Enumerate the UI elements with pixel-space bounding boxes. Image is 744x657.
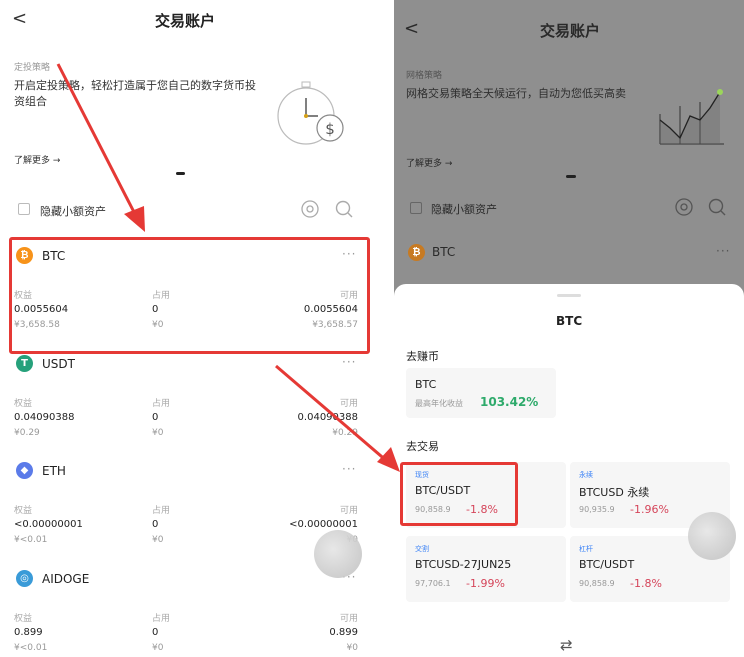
equity-value: 0.899 (14, 627, 43, 638)
trading-account-screen-left: < 交易账户 定投策略 开启定投策略，轻松打造属于您自己的数字货币投资组合 了解… (0, 0, 370, 657)
coin-icon: ◆ (16, 462, 33, 479)
market-type-tag: 杠杆 (579, 545, 593, 553)
learn-more-link[interactable]: 了解更多 → (406, 156, 452, 169)
banner-page-indicator (566, 175, 576, 178)
grid-strategy-chart-icon (659, 89, 724, 145)
banner-text: 网格交易策略全天候运行，自动为您低买高卖 (406, 87, 626, 100)
coin-icon: T (16, 355, 33, 372)
coin-name: USDT (42, 357, 75, 371)
market-type-tag: 交割 (415, 545, 429, 553)
hide-small-assets-checkbox[interactable] (18, 203, 30, 215)
equity-value: <0.00000001 (14, 519, 83, 530)
btc-coin-icon: ₿ (408, 244, 425, 261)
banner-page-indicator (176, 172, 185, 175)
earn-rate-label: 最高年化收益 (415, 399, 463, 408)
banner-tag: 网格策略 (406, 71, 443, 81)
available-label: 可用 (339, 614, 358, 624)
used-cny: ¥0 (152, 643, 164, 653)
more-options-icon[interactable]: ··· (342, 462, 356, 476)
equity-label: 权益 (14, 614, 33, 624)
hide-small-assets-label: 隐藏小额资产 (40, 205, 106, 218)
hide-small-assets-checkbox[interactable] (410, 202, 422, 214)
search-icon[interactable] (334, 199, 354, 219)
floating-assistant-ball[interactable] (314, 530, 362, 578)
earn-coin: BTC (415, 378, 437, 391)
used-label: 占用 (152, 399, 171, 409)
pair-price: 97,706.1 (415, 579, 451, 588)
convert-icon[interactable] (674, 197, 694, 217)
used-value: 0 (152, 627, 159, 638)
used-label: 占用 (152, 614, 171, 624)
more-options-icon[interactable]: ··· (342, 355, 356, 369)
equity-label: 权益 (14, 506, 33, 516)
trade-section-title: 去交易 (406, 440, 439, 453)
banner-tag: 定投策略 (14, 63, 51, 73)
equity-cny: ¥<0.01 (14, 643, 48, 653)
pair-name: BTCUSD-27JUN25 (415, 558, 512, 571)
trade-card[interactable]: 交割 BTCUSD-27JUN25 97,706.1 -1.99% (406, 536, 566, 602)
used-value: 0 (152, 412, 159, 423)
btc-highlight-box (9, 237, 370, 354)
available-label: 可用 (339, 506, 358, 516)
available-cny: ¥0 (346, 643, 358, 653)
pair-name: BTCUSD 永续 (579, 486, 650, 499)
equity-label: 权益 (14, 399, 33, 409)
coin-name: ETH (42, 464, 66, 478)
available-value: 0.899 (329, 627, 358, 638)
svg-text:$: $ (325, 120, 335, 138)
pair-change: -1.99% (466, 577, 505, 590)
available-label: 可用 (339, 399, 358, 409)
earn-card[interactable]: BTC 最高年化收益 103.42% (406, 368, 556, 418)
back-icon[interactable]: < (12, 8, 27, 29)
equity-cny: ¥0.29 (14, 428, 40, 438)
page-title: 交易账户 (155, 12, 216, 30)
pair-change: -1.8% (630, 577, 662, 590)
floating-assistant-ball[interactable] (688, 512, 736, 560)
earn-rate: 103.42% (480, 395, 539, 409)
pair-price: 90,935.9 (579, 505, 615, 514)
available-value: 0.04090388 (297, 412, 358, 423)
hide-small-assets-label: 隐藏小额资产 (431, 203, 497, 216)
used-value: 0 (152, 519, 159, 530)
available-cny: ¥0.29 (332, 428, 358, 438)
back-icon[interactable]: < (404, 18, 419, 39)
pair-name: BTC/USDT (579, 558, 635, 571)
available-value: <0.00000001 (289, 519, 358, 530)
used-label: 占用 (152, 506, 171, 516)
banner-text: 开启定投策略，轻松打造属于您自己的数字货币投资组合 (14, 79, 256, 108)
swap-icon[interactable]: ⇄ (560, 636, 573, 654)
trading-account-screen-right: < 交易账户 网格策略 网格交易策略全天候运行，自动为您低买高卖 了解更多 → … (394, 0, 744, 657)
coin-name: AIDOGE (42, 572, 90, 586)
used-cny: ¥0 (152, 535, 164, 545)
btc-usdt-spot-highlight-box (400, 462, 518, 526)
market-type-tag: 永续 (579, 471, 593, 479)
sheet-drag-handle[interactable] (557, 294, 581, 297)
convert-icon[interactable] (300, 199, 320, 219)
coin-name[interactable]: BTC (432, 245, 455, 259)
coin-icon: ◎ (16, 570, 33, 587)
equity-value: 0.04090388 (14, 412, 75, 423)
sheet-title: BTC (556, 314, 583, 328)
equity-cny: ¥<0.01 (14, 535, 48, 545)
pair-price: 90,858.9 (579, 579, 615, 588)
page-title: 交易账户 (540, 22, 601, 40)
learn-more-link[interactable]: 了解更多 → (14, 153, 60, 166)
search-icon[interactable] (707, 197, 727, 217)
stopwatch-coin-icon: $ (277, 81, 344, 145)
more-options-icon[interactable]: ··· (716, 244, 730, 258)
earn-section-title: 去赚币 (406, 350, 439, 363)
used-cny: ¥0 (152, 428, 164, 438)
pair-change: -1.96% (630, 503, 669, 516)
